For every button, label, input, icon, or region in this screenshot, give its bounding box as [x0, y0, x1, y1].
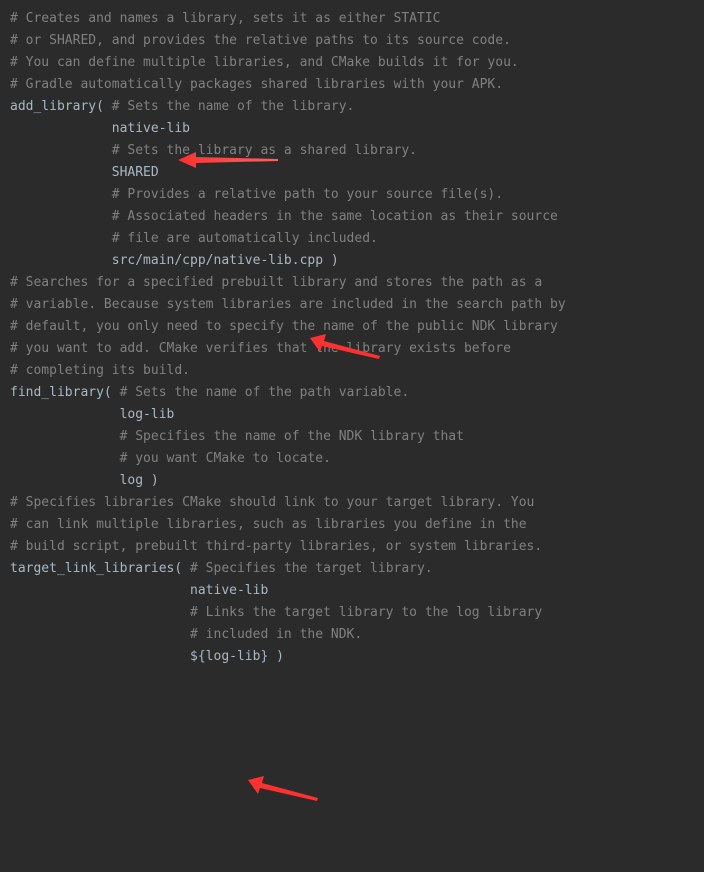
code-line: log-lib: [10, 404, 694, 426]
paren-close: ): [331, 253, 339, 268]
code-line: # You can define multiple libraries, and…: [10, 52, 694, 74]
paren-close: ): [151, 473, 159, 488]
comment: # can link multiple libraries, such as l…: [10, 517, 527, 532]
code-line: # you want CMake to locate.: [10, 448, 694, 470]
code-line: # Searches for a specified prebuilt libr…: [10, 272, 694, 294]
paren-open: (: [104, 385, 120, 400]
code-line: target_link_libraries( # Specifies the t…: [10, 558, 694, 580]
code-line: # completing its build.: [10, 360, 694, 382]
comment: # Specifies the name of the NDK library …: [10, 429, 464, 444]
paren-open: (: [174, 561, 190, 576]
code-line: # included in the NDK.: [10, 624, 694, 646]
code-line: # file are automatically included.: [10, 228, 694, 250]
shared-keyword: SHARED: [10, 165, 159, 180]
target-library: native-lib: [10, 583, 268, 598]
variable-ref: ${log-lib}: [10, 649, 276, 664]
comment: # you want CMake to locate.: [10, 451, 331, 466]
library-name: native-lib: [10, 121, 190, 136]
code-line: # variable. Because system libraries are…: [10, 294, 694, 316]
code-line: # Links the target library to the log li…: [10, 602, 694, 624]
function-name: add_library: [10, 99, 96, 114]
code-line: # Gradle automatically packages shared l…: [10, 74, 694, 96]
annotation-arrow-icon: [178, 148, 278, 172]
code-line: # Sets the library as a shared library.: [10, 140, 694, 162]
code-line: native-lib: [10, 118, 694, 140]
code-line: # Specifies libraries CMake should link …: [10, 492, 694, 514]
comment: # completing its build.: [10, 363, 190, 378]
code-line: # can link multiple libraries, such as l…: [10, 514, 694, 536]
code-line: find_library( # Sets the name of the pat…: [10, 382, 694, 404]
function-name: find_library: [10, 385, 104, 400]
code-line: log ): [10, 470, 694, 492]
comment: # Links the target library to the log li…: [10, 605, 542, 620]
code-line: # Associated headers in the same locatio…: [10, 206, 694, 228]
code-line: # Creates and names a library, sets it a…: [10, 8, 694, 30]
code-line: # or SHARED, and provides the relative p…: [10, 30, 694, 52]
comment: # included in the NDK.: [10, 627, 362, 642]
code-line: src/main/cpp/native-lib.cpp ): [10, 250, 694, 272]
code-line: # build script, prebuilt third-party lib…: [10, 536, 694, 558]
comment: # Specifies the target library.: [190, 561, 433, 576]
comment: # Searches for a specified prebuilt libr…: [10, 275, 542, 290]
source-path: src/main/cpp/native-lib.cpp: [10, 253, 331, 268]
comment: # Associated headers in the same locatio…: [10, 209, 558, 224]
log-name: log: [10, 473, 151, 488]
annotation-arrow-icon: [310, 334, 380, 362]
comment: # Sets the name of the library.: [112, 99, 355, 114]
comment: # build script, prebuilt third-party lib…: [10, 539, 542, 554]
comment: # default, you only need to specify the …: [10, 319, 558, 334]
code-line: add_library( # Sets the name of the libr…: [10, 96, 694, 118]
comment: # variable. Because system libraries are…: [10, 297, 566, 312]
comment: # file are automatically included.: [10, 231, 378, 246]
paren-close: ): [276, 649, 284, 664]
code-line: SHARED: [10, 162, 694, 184]
comment: # Specifies libraries CMake should link …: [10, 495, 534, 510]
comment: # Provides a relative path to your sourc…: [10, 187, 503, 202]
code-line: native-lib: [10, 580, 694, 602]
annotation-arrow-icon: [248, 776, 318, 804]
code-line: # Specifies the name of the NDK library …: [10, 426, 694, 448]
comment: # Gradle automatically packages shared l…: [10, 77, 503, 92]
paren-open: (: [96, 99, 112, 114]
comment: # you want to add. CMake verifies that t…: [10, 341, 511, 356]
comment: # Creates and names a library, sets it a…: [10, 11, 440, 26]
comment: # Sets the name of the path variable.: [120, 385, 410, 400]
comment: # or SHARED, and provides the relative p…: [10, 33, 511, 48]
function-name: target_link_libraries: [10, 561, 174, 576]
variable-name: log-lib: [10, 407, 174, 422]
code-line: # Provides a relative path to your sourc…: [10, 184, 694, 206]
comment: # You can define multiple libraries, and…: [10, 55, 519, 70]
code-line: ${log-lib} ): [10, 646, 694, 668]
